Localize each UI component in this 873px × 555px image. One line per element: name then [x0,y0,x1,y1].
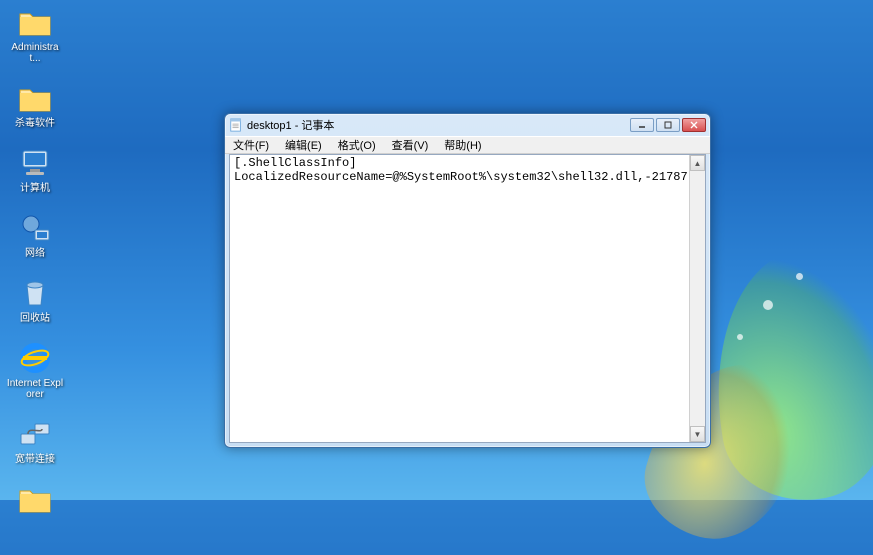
menubar: 文件(F) 编辑(E) 格式(O) 查看(V) 帮助(H) [225,136,710,154]
network-icon [17,210,53,246]
notepad-icon [229,118,243,132]
scroll-up-button[interactable]: ▲ [690,155,705,171]
text-area-wrapper: ▲ ▼ [229,154,706,443]
maximize-button[interactable] [656,118,680,132]
scroll-track[interactable] [690,171,705,426]
menu-edit[interactable]: 编辑(E) [281,137,326,153]
scroll-down-button[interactable]: ▼ [690,426,705,442]
computer-icon [17,145,53,181]
minimize-button[interactable] [630,118,654,132]
desktop-icon-label: Administrat... [6,42,64,64]
desktop-icon-ie[interactable]: Internet Explorer [4,338,66,402]
desktop-icon-label: 宽带连接 [15,454,55,465]
desktop-icon-administrator[interactable]: Administrat... [4,2,66,66]
notepad-window: desktop1 - 记事本 文件(F) 编辑(E) 格式(O) 查看(V) 帮… [224,113,711,448]
desktop-icon-label: 杀毒软件 [15,118,55,129]
close-button[interactable] [682,118,706,132]
desktop-icon-label: 回收站 [20,313,50,324]
menu-file[interactable]: 文件(F) [229,137,273,153]
broadband-icon [17,416,53,452]
desktop-icon-computer[interactable]: 计算机 [4,143,66,196]
desktop-icon-antivirus[interactable]: 杀毒软件 [4,78,66,131]
window-title: desktop1 - 记事本 [247,117,628,133]
menu-view[interactable]: 查看(V) [388,137,433,153]
administrator-icon [17,4,53,40]
titlebar[interactable]: desktop1 - 记事本 [225,114,710,136]
notepad-textarea[interactable] [230,155,689,442]
menu-format[interactable]: 格式(O) [334,137,380,153]
desktop-icon-folder8[interactable] [4,479,66,521]
window-control-buttons [628,118,706,132]
antivirus-icon [17,80,53,116]
desktop-icon-broadband[interactable]: 宽带连接 [4,414,66,467]
desktop-icon-recyclebin[interactable]: 回收站 [4,273,66,326]
vertical-scrollbar[interactable]: ▲ ▼ [689,155,705,442]
desktop-icon-network[interactable]: 网络 [4,208,66,261]
ie-icon [17,340,53,376]
recyclebin-icon [17,275,53,311]
folder8-icon [17,481,53,517]
desktop-icon-label: 网络 [25,248,45,259]
desktop-icon-label: Internet Explorer [6,378,64,400]
desktop-icon-label: 计算机 [20,183,50,194]
menu-help[interactable]: 帮助(H) [440,137,485,153]
desktop-icons-area: Administrat... 杀毒软件计算机网络回收站 Internet Explo… [4,2,66,521]
